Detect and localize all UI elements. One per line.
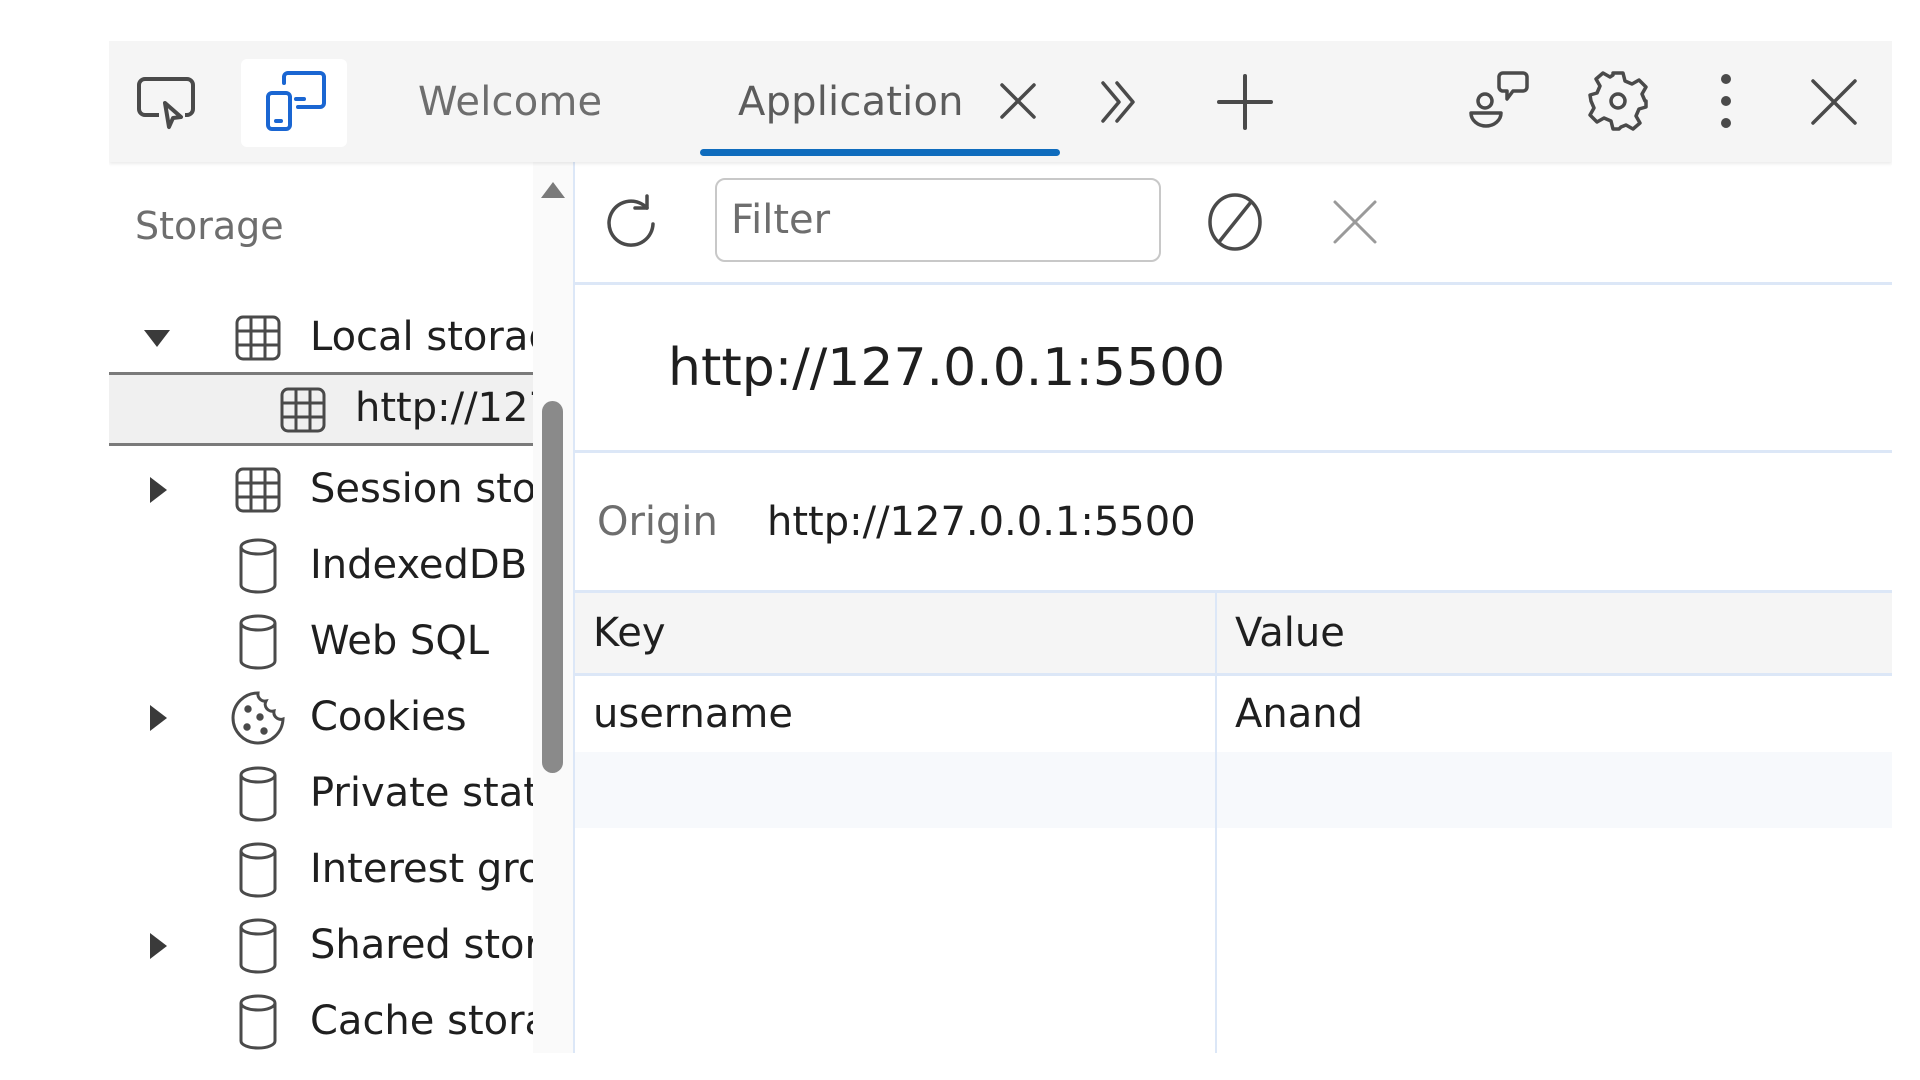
sidebar-item-label: http://127.0.0.1:5500 [355,385,533,431]
active-tab-indicator [700,149,1060,156]
table-row[interactable]: username Anand [575,676,1892,752]
tab-application[interactable]: Application [738,41,964,162]
cell-key[interactable]: username [575,676,1215,752]
database-icon [230,764,286,824]
sidebar-item-web-sql[interactable]: Web SQL [109,605,533,679]
sidebar-item-label: Local storage [310,314,533,360]
more-vertical-icon[interactable] [1714,71,1738,131]
origin-row: Origin http://127.0.0.1:5500 [575,453,1892,590]
cookie-icon [230,688,286,748]
database-icon [230,612,286,672]
sidebar-item-label: Cookies [310,694,467,740]
clear-all-icon[interactable] [1205,192,1265,252]
storage-section-label: Storage [135,204,284,248]
table-row-empty[interactable] [575,752,1892,828]
sidebar-item-label: IndexedDB [310,542,528,588]
device-emulation-icon[interactable] [264,69,328,133]
cell-value[interactable]: Anand [1215,676,1892,752]
table-header: Key Value [575,593,1892,676]
database-icon [230,916,286,976]
storage-sidebar: Storage Local storage http://127.0.0.1:55… [109,162,573,1053]
sidebar-item-cookies[interactable]: Cookies [109,681,533,755]
sidebar-item-local-storage[interactable]: Local storage [109,301,533,375]
sidebar-item-label: Session storage [310,466,533,512]
sidebar-item-cache-storage[interactable]: Cache storage [109,985,533,1053]
origin-title: http://127.0.0.1:5500 [668,337,1226,398]
sidebar-item-private-state-tokens[interactable]: Private state tokens [109,757,533,831]
devtools-toolbar: Welcome Application [109,41,1892,162]
column-header-key[interactable]: Key [575,593,1215,673]
sidebar-item-label: Web SQL [310,618,490,664]
triangle-down-icon[interactable] [142,323,172,353]
storage-view: http://127.0.0.1:5500 Origin http://127.… [575,162,1892,1053]
column-divider[interactable] [1215,593,1217,1053]
tab-welcome-label: Welcome [418,78,603,125]
table-icon [275,380,331,440]
sidebar-item-interest-groups[interactable]: Interest groups [109,833,533,907]
gear-icon[interactable] [1586,69,1650,133]
refresh-icon[interactable] [603,192,659,252]
filter-input[interactable] [715,178,1161,262]
origin-label: Origin [597,498,718,545]
database-icon [230,536,286,596]
storage-table: Key Value username Anand [575,590,1892,1053]
delete-selected-icon[interactable] [1331,198,1379,246]
scroll-up-arrow-icon[interactable] [541,182,565,198]
inspect-element-icon[interactable] [135,75,199,131]
table-icon [230,308,286,368]
sidebar-item-indexeddb[interactable]: IndexedDB [109,529,533,603]
database-icon [230,840,286,900]
sidebar-item-http-127-0-0-1-5500[interactable]: http://127.0.0.1:5500 [109,372,533,446]
close-tab-icon[interactable] [996,79,1040,123]
database-icon [230,992,286,1052]
tab-welcome[interactable]: Welcome [418,41,602,162]
triangle-right-icon[interactable] [142,475,172,505]
sidebar-item-label: Shared storage [310,922,533,968]
sidebar-item-session-storage[interactable]: Session storage [109,453,533,527]
sidebar-item-label: Private state tokens [310,770,533,816]
tab-application-label: Application [738,78,964,125]
devtools-panel: Welcome Application Storage Local stora … [109,41,1892,1053]
origin-header: http://127.0.0.1:5500 [575,285,1892,453]
origin-value: http://127.0.0.1:5500 [767,498,1196,545]
column-header-value[interactable]: Value [1215,593,1892,673]
sidebar-item-label: Cache storage [310,998,533,1044]
plus-icon[interactable] [1217,74,1273,130]
sidebar-item-shared-storage[interactable]: Shared storage [109,909,533,983]
sidebar-scrollbar-thumb[interactable] [542,401,563,773]
chevron-double-right-icon[interactable] [1097,79,1143,125]
table-icon [230,460,286,520]
feedback-icon[interactable] [1467,67,1531,135]
triangle-right-icon[interactable] [142,703,172,733]
triangle-right-icon[interactable] [142,931,172,961]
close-icon[interactable] [1809,77,1859,127]
sidebar-item-label: Interest groups [310,846,533,892]
storage-toolbar [575,162,1892,285]
